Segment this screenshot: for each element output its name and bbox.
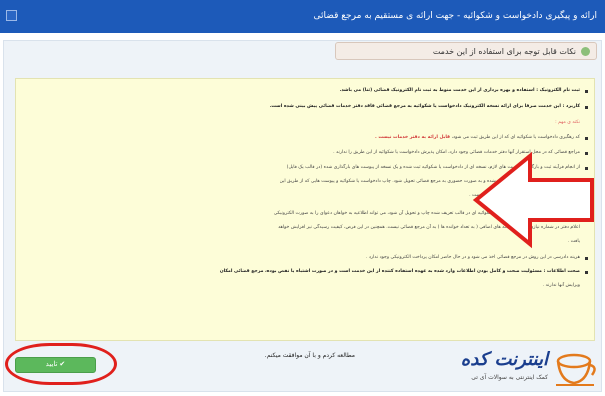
notice-tab[interactable]: نکات قابل توجه برای استفاده از این خدمت — [335, 42, 597, 60]
watermark-tagline: کمک اینترنتی به سوالات آی تی — [471, 374, 548, 381]
watermark: اینترنت کده کمک اینترنتی به سوالات آی تی — [420, 345, 602, 390]
notice-line-text: صحت اطلاعات : مسئولیت صحت و کامل بودن اط… — [219, 269, 580, 274]
notice-bullet — [585, 106, 588, 109]
annotation-arrow-icon — [472, 151, 594, 249]
info-icon — [581, 47, 590, 56]
notice-line-text: هزینه دادرسی در این روش در مرجع قضائی اخ… — [365, 255, 580, 260]
notice-line-highlight: قابل ارائه به دفتر خدمات نیست . — [374, 135, 451, 140]
notice-line: هزینه دادرسی در این روش در مرجع قضائی اخ… — [366, 254, 580, 262]
watermark-brand: اینترنت کده — [460, 349, 548, 370]
agreement-text[interactable]: مطالعه کردم و با آن موافقت میکنم. — [265, 352, 355, 359]
notice-line-text: ویرایش آنها ندارند . — [542, 283, 580, 288]
notice-line: ویرایش آنها ندارند . — [543, 282, 580, 290]
cup-icon — [556, 353, 596, 386]
notice-bullet — [585, 257, 588, 260]
notice-bullet — [585, 137, 588, 140]
notice-line: ثبت نام الکترونیک : استفاده و بهره بردار… — [340, 87, 580, 95]
notice-tab-label: نکات قابل توجه برای استفاده از این خدمت — [432, 47, 576, 56]
header-checkbox[interactable] — [6, 10, 17, 21]
notice-line-text: کاربرد : این خدمت صرفا برای ارائه نسخه ا… — [269, 104, 580, 109]
notice-line-text: ثبت نام الکترونیک : استفاده و بهره بردار… — [339, 88, 580, 93]
notice-line: صحت اطلاعات : مسئولیت صحت و کامل بودن اط… — [220, 268, 580, 276]
notice-line: کاربرد : این خدمت صرفا برای ارائه نسخه ا… — [270, 103, 580, 111]
notice-bullet — [585, 271, 588, 274]
notice-line: نکته ی مهم : — [555, 119, 580, 127]
notice-line-text: نکته ی مهم : — [555, 120, 580, 125]
confirm-button[interactable]: ✔ تایید — [15, 357, 96, 373]
notice-line: کد رهگیری دادخواست یا شکوائیه ای که از ا… — [375, 134, 580, 142]
header-bar: ارائه و پیگیری دادخواست و شکوائیه - جهت … — [0, 0, 605, 33]
notice-line-text: کد رهگیری دادخواست یا شکوائیه ای که از ا… — [450, 135, 580, 140]
notice-bullet — [585, 90, 588, 93]
page-title: ارائه و پیگیری دادخواست و شکوائیه - جهت … — [313, 11, 597, 21]
